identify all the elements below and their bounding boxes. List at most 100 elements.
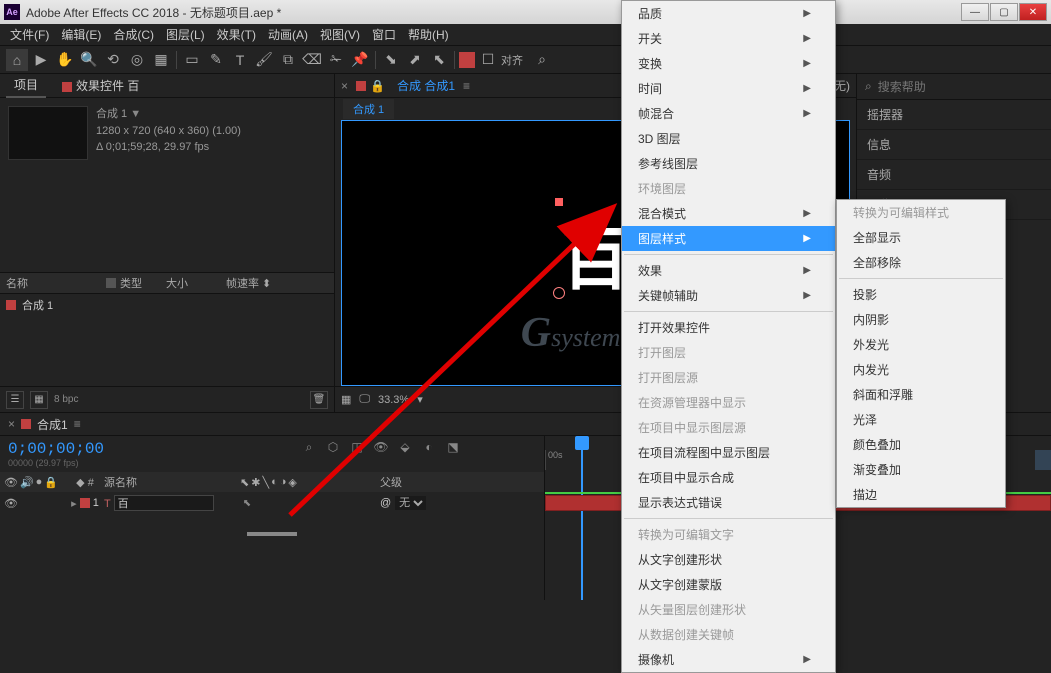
brush-tool[interactable]: 🖌 xyxy=(253,49,275,71)
search-input[interactable] xyxy=(878,80,1043,94)
selection-tool[interactable]: ▶ xyxy=(30,49,52,71)
pen-tool[interactable]: ✎ xyxy=(205,49,227,71)
snap-toggle[interactable]: ☐ xyxy=(477,49,499,71)
menu-edit[interactable]: 编辑(E) xyxy=(55,24,107,45)
menu-item[interactable]: 外发光 xyxy=(837,332,1017,357)
roto-tool[interactable]: ✁ xyxy=(325,49,347,71)
view-axis-tool[interactable]: ⬉ xyxy=(428,49,450,71)
text-layer[interactable]: 百 xyxy=(561,204,629,303)
menu-item[interactable]: 品质▶ xyxy=(622,1,835,26)
shy-toggle[interactable]: ⬉ xyxy=(240,496,254,510)
lock-column[interactable]: 🔒 xyxy=(44,476,58,489)
menu-item[interactable]: 变换▶ xyxy=(622,51,835,76)
panel-audio[interactable]: 音频 xyxy=(857,160,1051,190)
menu-item[interactable]: 在项目中显示合成 xyxy=(622,465,835,490)
menu-effect[interactable]: 效果(T) xyxy=(211,24,262,45)
stamp-tool[interactable]: ⧉ xyxy=(277,49,299,71)
grid-icon[interactable]: ▦ xyxy=(341,393,351,406)
home-tool[interactable]: ⌂ xyxy=(6,49,28,71)
audio-toggle[interactable] xyxy=(20,496,34,510)
menu-file[interactable]: 文件(F) xyxy=(4,24,55,45)
playhead[interactable] xyxy=(575,436,589,450)
speaker-column[interactable]: 🔊 xyxy=(20,476,34,489)
search-icon[interactable]: ⌕ xyxy=(531,49,553,71)
solo-column[interactable]: ● xyxy=(36,476,43,489)
dropdown-icon[interactable]: ▼ xyxy=(130,108,141,120)
hand-tool[interactable]: ✋ xyxy=(54,49,76,71)
work-area-end[interactable] xyxy=(1035,450,1051,470)
fill-swatch[interactable] xyxy=(459,52,475,68)
anchor-point[interactable] xyxy=(553,287,565,299)
local-axis-tool[interactable]: ⬊ xyxy=(380,49,402,71)
menu-item[interactable]: 打开效果控件 xyxy=(622,315,835,340)
camera-tool[interactable]: ▦ xyxy=(150,49,172,71)
menu-composition[interactable]: 合成(C) xyxy=(107,24,160,45)
project-thumbnail[interactable] xyxy=(8,106,88,160)
lock-icon[interactable]: 🔒 xyxy=(370,79,385,93)
tab-project[interactable]: 项目 xyxy=(6,73,46,98)
close-tab-icon[interactable]: × xyxy=(8,417,15,431)
menu-item[interactable]: 投影 xyxy=(837,282,1017,307)
menu-layer[interactable]: 图层(L) xyxy=(160,24,211,45)
menu-item[interactable]: 全部显示 xyxy=(837,225,1017,250)
rect-tool[interactable]: ▭ xyxy=(181,49,203,71)
close-tab-icon[interactable]: × xyxy=(341,79,348,93)
close-button[interactable]: ✕ xyxy=(1019,3,1047,21)
panel-menu-icon[interactable]: ≡ xyxy=(463,79,470,93)
menu-animation[interactable]: 动画(A) xyxy=(262,24,314,45)
search-icon[interactable]: ⌕ xyxy=(300,438,318,456)
delete-button[interactable]: 🗑 xyxy=(310,391,328,409)
fx-toggle[interactable] xyxy=(256,496,270,510)
timeline-tab[interactable]: 合成1 xyxy=(37,416,68,433)
menu-item[interactable]: 帧混合▶ xyxy=(622,101,835,126)
context-menu[interactable]: 品质▶开关▶变换▶时间▶帧混合▶3D 图层参考线图层环境图层混合模式▶图层样式▶… xyxy=(621,0,836,673)
motion-blur-icon[interactable]: ◐ xyxy=(420,438,438,456)
comp-tab[interactable]: 合成 合成1 xyxy=(393,75,459,96)
motion-blur-switch[interactable]: ◐ xyxy=(271,476,278,489)
menu-item[interactable]: 在项目流程图中显示图层 xyxy=(622,440,835,465)
parent-dropdown[interactable]: 无 xyxy=(395,496,426,510)
composition-mini-flowchart[interactable]: ⬡ xyxy=(324,438,342,456)
menu-item[interactable]: 开关▶ xyxy=(622,26,835,51)
menu-item[interactable]: 关键帧辅助▶ xyxy=(622,283,835,308)
panel-wiggler[interactable]: 摇摆器 xyxy=(857,100,1051,130)
menu-item[interactable]: 3D 图层 xyxy=(622,126,835,151)
bpc-button[interactable]: 8 bpc xyxy=(54,394,78,405)
lock-toggle[interactable] xyxy=(52,496,66,510)
menu-item[interactable]: 光泽 xyxy=(837,407,1017,432)
draft-3d-icon[interactable]: ◳ xyxy=(348,438,366,456)
menu-item[interactable]: 从文字创建蒙版 xyxy=(622,572,835,597)
label-color[interactable] xyxy=(80,498,90,508)
3d-toggle[interactable] xyxy=(320,496,334,510)
menu-item[interactable]: 参考线图层 xyxy=(622,151,835,176)
solo-toggle[interactable] xyxy=(36,496,50,510)
resize-handle[interactable] xyxy=(247,532,297,536)
menu-item[interactable]: 渐变叠加 xyxy=(837,457,1017,482)
col-framerate[interactable]: 帧速率 ⬍ xyxy=(226,275,286,291)
menu-item[interactable]: 图层样式▶ xyxy=(622,226,835,251)
menu-item[interactable]: 描边 xyxy=(837,482,1017,507)
source-name-column[interactable]: 源名称 xyxy=(100,474,240,490)
eraser-tool[interactable]: ⌫ xyxy=(301,49,323,71)
monitor-icon[interactable]: 🖵 xyxy=(359,393,370,406)
menu-item[interactable]: 时间▶ xyxy=(622,76,835,101)
shy-switch[interactable]: ⬉ xyxy=(240,476,249,489)
adjustment-switch[interactable]: ◑ xyxy=(280,476,287,489)
expand-icon[interactable]: ▸ xyxy=(71,497,77,510)
timeline-layer-row[interactable]: 👁 ▸ 1 T ⬉ xyxy=(0,492,544,514)
menu-item[interactable]: 内发光 xyxy=(837,357,1017,382)
3d-switch[interactable]: ◈ xyxy=(288,476,296,489)
visibility-toggle[interactable]: 👁 xyxy=(4,496,18,510)
col-type[interactable]: 类型 xyxy=(106,275,166,291)
pin-tool[interactable]: 📌 xyxy=(349,49,371,71)
comp-breadcrumb[interactable]: 合成 1 xyxy=(343,99,394,119)
world-axis-tool[interactable]: ⬈ xyxy=(404,49,426,71)
frame-blend-toggle[interactable] xyxy=(272,496,286,510)
fx-switch[interactable]: ✱ xyxy=(251,476,260,489)
menu-item[interactable]: 混合模式▶ xyxy=(622,201,835,226)
zoom-level[interactable]: 33.3% xyxy=(378,394,409,406)
rotate-tool[interactable]: ◎ xyxy=(126,49,148,71)
frame-blend-icon[interactable]: ⬙ xyxy=(396,438,414,456)
frame-blend-switch[interactable]: ╲ xyxy=(262,476,269,489)
interpret-footage-button[interactable]: ☰ xyxy=(6,391,24,409)
